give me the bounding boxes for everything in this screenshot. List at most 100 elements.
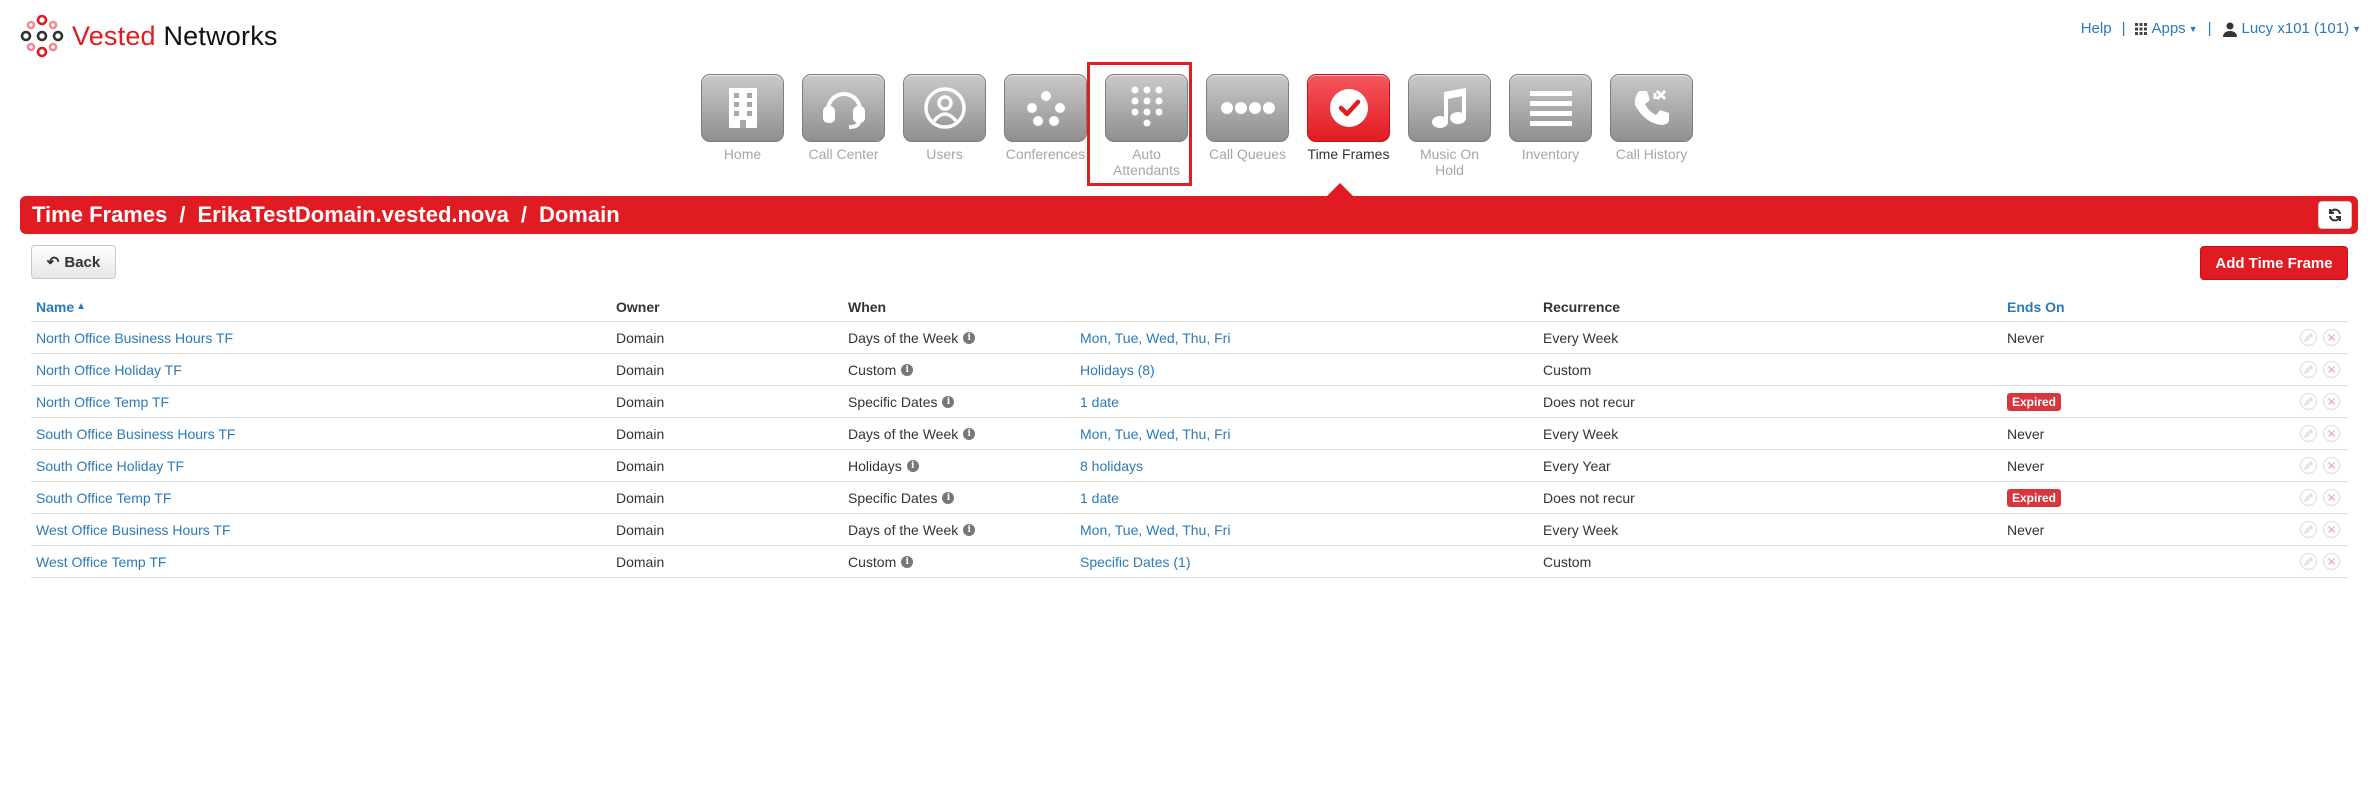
when-type: Holidays <box>848 457 902 474</box>
time-frame-name-link[interactable]: West Office Temp TF <box>36 554 166 570</box>
when-detail-link[interactable]: 1 date <box>1080 394 1119 410</box>
time-frame-name-link[interactable]: South Office Business Hours TF <box>36 426 235 442</box>
user-menu[interactable]: Lucy x101 (101) ▼ <box>2222 20 2361 37</box>
ends-on-cell: Never <box>2002 330 2292 346</box>
edit-pencil-icon[interactable] <box>2300 489 2317 506</box>
sort-by-ends-on[interactable]: Ends On <box>2007 299 2292 315</box>
info-icon[interactable]: i <box>942 491 955 504</box>
info-icon[interactable]: i <box>963 427 976 440</box>
edit-pencil-icon[interactable] <box>2300 553 2317 570</box>
ends-on-cell: Never <box>2002 522 2292 538</box>
nav-button-bg <box>1408 74 1491 142</box>
brand-logo[interactable]: Vested Networks <box>18 14 278 58</box>
nav-label: Call History <box>1615 146 1688 162</box>
delete-x-icon[interactable] <box>2323 329 2340 346</box>
clock-icon <box>1329 89 1368 127</box>
when-type: Days of the Week <box>848 521 959 538</box>
info-icon[interactable]: i <box>963 331 976 344</box>
delete-x-icon[interactable] <box>2323 553 2340 570</box>
when-detail-link[interactable]: Holidays (8) <box>1080 362 1155 378</box>
apps-label: Apps <box>2151 20 2186 37</box>
detail-cell: Specific Dates (1) <box>1075 554 1538 570</box>
queue-dots-icon <box>1220 102 1275 114</box>
vested-logo-icon <box>20 14 64 58</box>
name-cell: South Office Temp TF <box>31 490 611 506</box>
owner-cell: Domain <box>616 393 665 410</box>
row-actions <box>2292 457 2348 474</box>
delete-x-icon[interactable] <box>2323 393 2340 410</box>
nav-music-on-hold[interactable]: Music On Hold <box>1399 74 1500 178</box>
edit-pencil-icon[interactable] <box>2300 457 2317 474</box>
nav-call-history[interactable]: Call History <box>1601 74 1702 178</box>
ends-on-value: Never <box>2007 457 2045 474</box>
when-detail-link[interactable]: 8 holidays <box>1080 458 1143 474</box>
add-time-frame-button[interactable]: Add Time Frame <box>2200 246 2348 280</box>
name-cell: North Office Business Hours TF <box>31 330 611 346</box>
when-detail-link[interactable]: Mon, Tue, Wed, Thu, Fri <box>1080 330 1230 346</box>
info-icon[interactable]: i <box>963 523 976 536</box>
ends-on-cell: Never <box>2002 426 2292 442</box>
delete-x-icon[interactable] <box>2323 361 2340 378</box>
help-link[interactable]: Help <box>2081 20 2112 37</box>
delete-x-icon[interactable] <box>2323 457 2340 474</box>
nav-home[interactable]: Home <box>692 74 793 178</box>
edit-pencil-icon[interactable] <box>2300 361 2317 378</box>
when-detail-link[interactable]: 1 date <box>1080 490 1119 506</box>
owner-cell: Domain <box>616 521 665 538</box>
detail-cell: 8 holidays <box>1075 458 1538 474</box>
recurrence-cell: Every Week <box>1543 521 1619 538</box>
edit-pencil-icon[interactable] <box>2300 329 2317 346</box>
sort-by-name[interactable]: Name ▲ <box>36 299 611 315</box>
nav-button-bg <box>1004 74 1087 142</box>
nav-call-queues[interactable]: Call Queues <box>1197 74 1298 178</box>
refresh-button[interactable] <box>2318 201 2352 229</box>
time-frame-name-link[interactable]: North Office Temp TF <box>36 394 169 410</box>
row-actions <box>2292 425 2348 442</box>
breadcrumb-domain-name[interactable]: ErikaTestDomain.vested.nova <box>197 202 508 228</box>
info-icon[interactable]: i <box>906 459 919 472</box>
edit-pencil-icon[interactable] <box>2300 425 2317 442</box>
nav-users[interactable]: Users <box>894 74 995 178</box>
nav-call-center[interactable]: Call Center <box>793 74 894 178</box>
divider: | <box>2121 20 2126 37</box>
table-row: South Office Temp TF Domain Specific Dates… <box>31 482 2348 514</box>
when-detail-link[interactable]: Mon, Tue, Wed, Thu, Fri <box>1080 426 1230 442</box>
when-cell: Days of the Week i <box>843 426 1075 442</box>
ends-on-cell: Expired <box>2002 488 2292 507</box>
apps-menu[interactable]: Apps ▼ <box>2135 20 2198 37</box>
time-frame-name-link[interactable]: North Office Holiday TF <box>36 362 182 378</box>
nav-inventory[interactable]: Inventory <box>1500 74 1601 178</box>
header-ends-cell: Ends On <box>2002 299 2292 315</box>
when-detail-link[interactable]: Specific Dates (1) <box>1080 554 1190 570</box>
recurrence-cell: Custom <box>1543 361 1592 378</box>
nav-time-frames[interactable]: Time Frames <box>1298 74 1399 178</box>
time-frame-name-link[interactable]: South Office Holiday TF <box>36 458 184 474</box>
delete-x-icon[interactable] <box>2323 489 2340 506</box>
info-icon[interactable]: i <box>901 555 914 568</box>
breadcrumb-time-frames[interactable]: Time Frames <box>32 202 167 228</box>
when-cell: Days of the Week i <box>843 522 1075 538</box>
delete-x-icon[interactable] <box>2323 425 2340 442</box>
delete-x-icon[interactable] <box>2323 521 2340 538</box>
nav-auto-attendants[interactable]: Auto Attendants <box>1096 74 1197 178</box>
when-cell: Specific Dates i <box>843 490 1075 506</box>
owner-cell: Domain <box>616 361 665 378</box>
nav-label: Music On Hold <box>1419 146 1480 178</box>
time-frame-name-link[interactable]: North Office Business Hours TF <box>36 330 233 346</box>
when-detail-link[interactable]: Mon, Tue, Wed, Thu, Fri <box>1080 522 1230 538</box>
table-row: South Office Holiday TF Domain Holidays i 8 … <box>31 450 2348 482</box>
back-button[interactable]: ↶ Back <box>31 245 116 279</box>
nav-conferences[interactable]: Conferences <box>995 74 1096 178</box>
time-frame-name-link[interactable]: South Office Temp TF <box>36 490 171 506</box>
edit-pencil-icon[interactable] <box>2300 521 2317 538</box>
ends-on-cell: Never <box>2002 458 2292 474</box>
when-type: Custom <box>848 553 897 570</box>
music-note-icon <box>1431 88 1466 128</box>
edit-pencil-icon[interactable] <box>2300 393 2317 410</box>
name-cell: North Office Temp TF <box>31 394 611 410</box>
nav-label: Conferences <box>1005 146 1086 162</box>
info-icon[interactable]: i <box>942 395 955 408</box>
info-icon[interactable]: i <box>901 363 914 376</box>
table-header: Name ▲ Owner When Recurrence Ends On <box>31 292 2348 322</box>
time-frame-name-link[interactable]: West Office Business Hours TF <box>36 522 231 538</box>
